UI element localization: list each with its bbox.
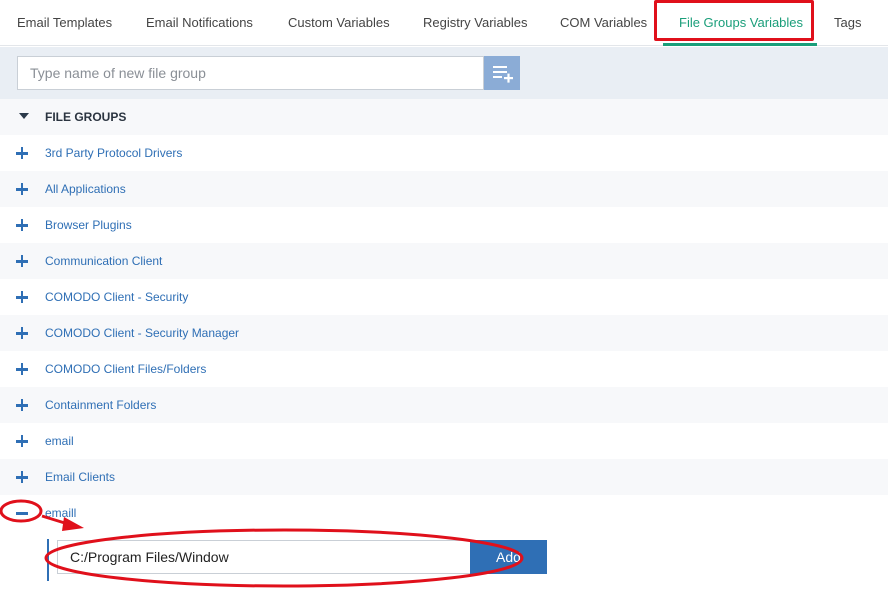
file-group-link[interactable]: COMODO Client Files/Folders bbox=[45, 351, 206, 387]
tab-bar: Email Templates Email Notifications Cust… bbox=[0, 0, 888, 46]
tab-email-notifications[interactable]: Email Notifications bbox=[146, 0, 253, 46]
tree-row: email bbox=[0, 423, 888, 459]
tree-row: COMODO Client - Security Manager bbox=[0, 315, 888, 351]
new-file-group-toolbar bbox=[0, 47, 888, 99]
file-group-link[interactable]: Containment Folders bbox=[45, 387, 156, 423]
tab-email-templates[interactable]: Email Templates bbox=[17, 0, 112, 46]
add-path-button[interactable]: Add bbox=[470, 540, 547, 574]
file-group-link[interactable]: Browser Plugins bbox=[45, 207, 132, 243]
expand-plus-icon[interactable] bbox=[15, 218, 29, 232]
caret-down-icon[interactable] bbox=[19, 113, 29, 119]
tab-custom-variables[interactable]: Custom Variables bbox=[288, 0, 390, 46]
expand-plus-icon[interactable] bbox=[15, 290, 29, 304]
tree-row: 3rd Party Protocol Drivers bbox=[0, 135, 888, 171]
tab-com-variables[interactable]: COM Variables bbox=[560, 0, 647, 46]
expand-plus-icon[interactable] bbox=[15, 362, 29, 376]
file-group-link[interactable]: All Applications bbox=[45, 171, 126, 207]
tree-row: Communication Client bbox=[0, 243, 888, 279]
expand-plus-icon[interactable] bbox=[15, 326, 29, 340]
file-group-link[interactable]: COMODO Client - Security bbox=[45, 279, 188, 315]
file-groups-header-label: FILE GROUPS bbox=[45, 110, 127, 124]
expand-plus-icon[interactable] bbox=[15, 182, 29, 196]
expand-plus-icon[interactable] bbox=[15, 254, 29, 268]
file-group-link[interactable]: Email Clients bbox=[45, 459, 115, 495]
tree-row: Email Clients bbox=[0, 459, 888, 495]
file-group-link[interactable]: 3rd Party Protocol Drivers bbox=[45, 135, 182, 171]
file-group-link[interactable]: COMODO Client - Security Manager bbox=[45, 315, 239, 351]
expand-plus-icon[interactable] bbox=[15, 434, 29, 448]
collapse-minus-icon[interactable] bbox=[15, 506, 29, 520]
expand-plus-icon[interactable] bbox=[15, 146, 29, 160]
file-group-link[interactable]: email bbox=[45, 423, 74, 459]
file-group-link[interactable]: Communication Client bbox=[45, 243, 162, 279]
tree-row: All Applications bbox=[0, 171, 888, 207]
tree-row-expanded: emaill bbox=[0, 495, 888, 531]
tree-row: Browser Plugins bbox=[0, 207, 888, 243]
expand-plus-icon[interactable] bbox=[15, 470, 29, 484]
file-path-input[interactable] bbox=[57, 540, 471, 574]
file-group-link[interactable]: emaill bbox=[45, 495, 76, 531]
expanded-group-panel: Add bbox=[0, 530, 888, 595]
tree-row: COMODO Client - Security bbox=[0, 279, 888, 315]
tree-connector-line bbox=[47, 539, 49, 581]
tree-row: COMODO Client Files/Folders bbox=[0, 351, 888, 387]
add-file-group-button[interactable] bbox=[484, 56, 520, 90]
tab-file-groups-variables[interactable]: File Groups Variables bbox=[679, 0, 803, 46]
file-groups-header[interactable]: FILE GROUPS bbox=[0, 99, 888, 135]
list-add-icon bbox=[493, 66, 513, 83]
tab-tags[interactable]: Tags bbox=[834, 0, 861, 46]
new-file-group-input[interactable] bbox=[17, 56, 484, 90]
expand-plus-icon[interactable] bbox=[15, 398, 29, 412]
tree-row: Containment Folders bbox=[0, 387, 888, 423]
active-tab-indicator bbox=[663, 43, 817, 46]
tab-registry-variables[interactable]: Registry Variables bbox=[423, 0, 528, 46]
